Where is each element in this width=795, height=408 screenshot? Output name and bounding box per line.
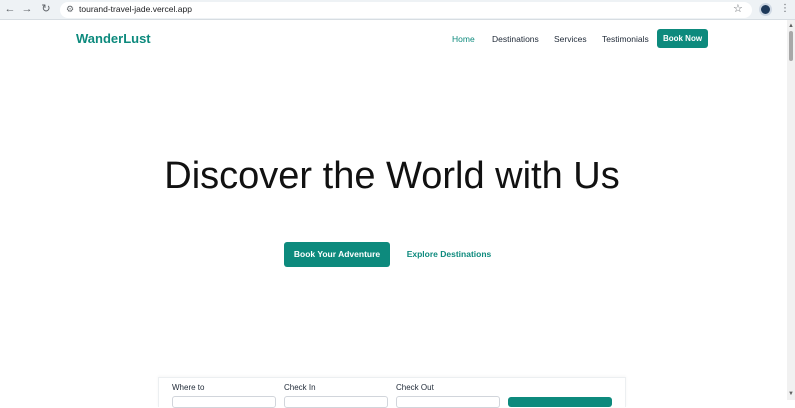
where-to-label: Where to (172, 383, 205, 392)
profile-avatar[interactable] (759, 3, 772, 16)
check-out-input[interactable] (396, 396, 500, 408)
site-logo[interactable]: WanderLust (76, 31, 151, 47)
nav-testimonials[interactable]: Testimonials (602, 34, 649, 45)
where-to-input[interactable] (172, 396, 276, 408)
book-adventure-button[interactable]: Book Your Adventure (284, 242, 390, 267)
reload-icon[interactable]: ↻ (39, 2, 53, 16)
scroll-up-arrow-icon[interactable]: ▲ (788, 23, 794, 29)
check-in-label: Check In (284, 383, 316, 392)
explore-destinations-link[interactable]: Explore Destinations (403, 242, 495, 267)
nav-services[interactable]: Services (554, 34, 587, 45)
back-icon[interactable]: ← (3, 2, 17, 16)
bookmark-star-icon[interactable]: ☆ (733, 3, 743, 15)
hero-title: Discover the World with Us (164, 155, 620, 197)
browser-menu-icon[interactable]: ⋮ (780, 3, 790, 15)
check-in-input[interactable] (284, 396, 388, 408)
forward-icon[interactable]: → (20, 2, 34, 16)
search-button[interactable] (508, 397, 612, 407)
site-settings-icon[interactable]: ⚙ (65, 4, 75, 14)
book-now-button[interactable]: Book Now (657, 29, 708, 48)
scrollbar-thumb[interactable] (789, 31, 793, 61)
page-scrollbar[interactable] (787, 20, 795, 400)
url-text[interactable]: tourand-travel-jade.vercel.app (79, 3, 192, 15)
nav-destinations[interactable]: Destinations (492, 34, 539, 45)
check-out-label: Check Out (396, 383, 434, 392)
nav-home[interactable]: Home (452, 34, 475, 45)
scroll-down-arrow-icon[interactable]: ▼ (788, 391, 794, 397)
